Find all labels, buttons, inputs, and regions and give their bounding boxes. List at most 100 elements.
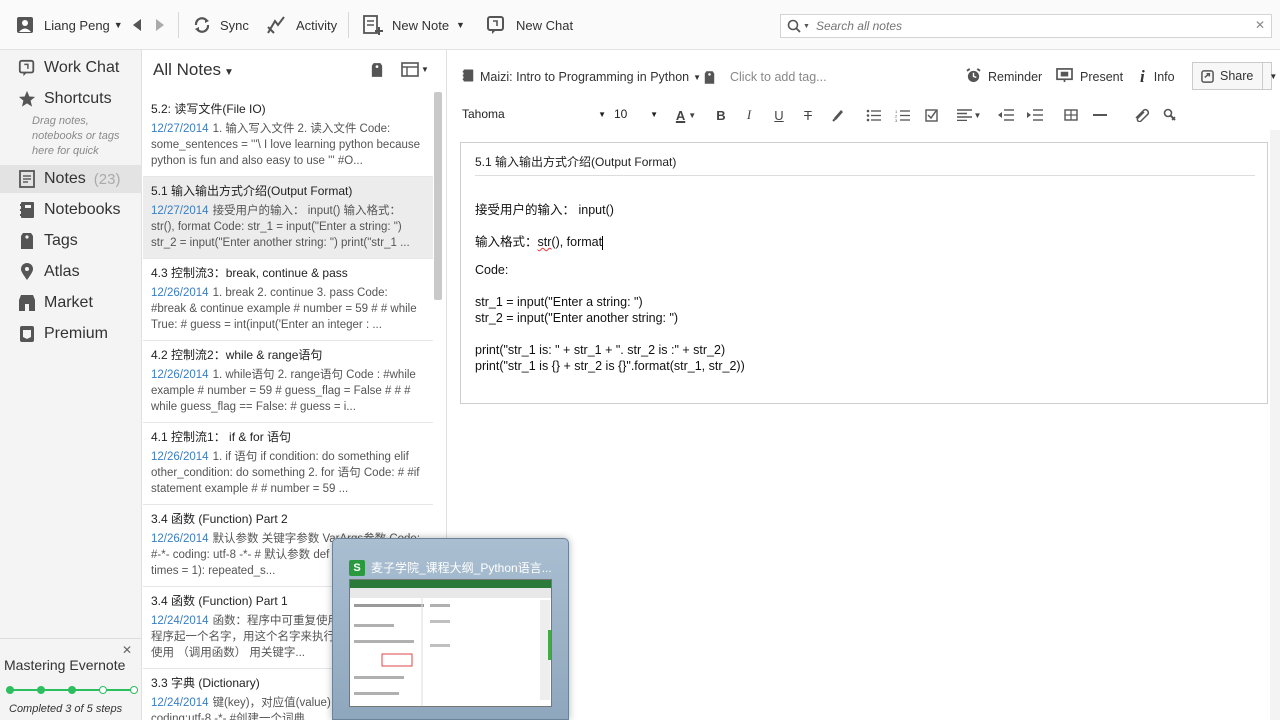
notebook-name: Maizi: Intro to Programming in Python (480, 70, 690, 84)
tag-filter-icon[interactable] (371, 62, 383, 83)
sidebar-item-notes[interactable]: Notes (23) (0, 165, 142, 193)
content-line: str_1 = input("Enter a string: ") (475, 295, 643, 309)
underline-icon[interactable]: U (770, 106, 788, 124)
sidebar-item-notebooks[interactable]: Notebooks (0, 196, 142, 224)
top-toolbar: Liang Peng ▼ Sync Activity New Note ▼ Ne… (0, 0, 1280, 50)
chat-icon (17, 58, 37, 78)
content-line: str_2 = input("Enter another string: ") (475, 311, 679, 325)
misspelled-word: str (537, 235, 552, 249)
new-chat-button[interactable]: New Chat (486, 14, 573, 36)
add-tag-field[interactable]: Click to add tag... (730, 67, 827, 87)
list-item[interactable]: 4.1 控制流1： if & for 语句 12/26/2014 1. if 语句… (143, 423, 433, 505)
notebook-selector[interactable]: Maizi: Intro to Programming in Python ▼ (462, 67, 701, 87)
chevron-down-icon: ▼ (456, 20, 465, 30)
share-icon (1201, 69, 1214, 83)
sidebar-item-label: Tags (44, 232, 78, 249)
view-options-icon[interactable]: ▼ (401, 62, 429, 77)
attachment-icon[interactable] (1132, 106, 1152, 124)
checkbox-icon[interactable] (922, 106, 940, 124)
horizontal-rule-icon[interactable] (1090, 106, 1110, 124)
info-button[interactable]: i Info (1140, 67, 1175, 87)
notes-list-title: All Notes (153, 60, 222, 79)
strikethrough-icon[interactable]: T (799, 106, 817, 124)
close-icon[interactable]: ✕ (122, 643, 132, 657)
mastery-progress-track (6, 686, 138, 694)
chevron-down-icon: ▼ (224, 67, 234, 78)
back-arrow-icon (133, 19, 141, 31)
text-color-button[interactable]: A ▼ (670, 106, 702, 124)
note-date: 12/26/2014 (151, 451, 209, 463)
indent-icon[interactable] (1025, 106, 1045, 124)
sidebar-item-market[interactable]: Market (0, 289, 142, 317)
present-button[interactable]: Present (1056, 67, 1123, 87)
activity-icon (266, 15, 286, 35)
sync-button[interactable]: Sync (192, 14, 249, 36)
content-text: 输入格式： (475, 235, 538, 249)
map-pin-icon (17, 262, 37, 282)
table-icon[interactable] (1061, 106, 1081, 124)
sidebar-item-label: Work Chat (44, 59, 120, 76)
outdent-icon[interactable] (996, 106, 1016, 124)
note-date: 12/27/2014 (151, 123, 209, 135)
all-notes-dropdown[interactable]: All Notes ▼ (153, 60, 234, 80)
activity-button[interactable]: Activity (266, 14, 337, 36)
list-item[interactable]: 5.1 输入输出方式介绍(Output Format) 12/27/2014 接受… (143, 177, 433, 259)
note-date: 12/26/2014 (151, 287, 209, 299)
note-content-box[interactable]: 5.1 输入输出方式介绍(Output Format) 接受用户的输入： inp… (460, 142, 1268, 404)
info-icon: i (1140, 67, 1145, 86)
back-button[interactable] (130, 14, 144, 36)
highlighter-icon[interactable] (829, 106, 847, 124)
svg-text:3: 3 (895, 118, 898, 122)
search-icon[interactable]: ▼ (787, 19, 810, 33)
italic-icon[interactable]: I (740, 106, 758, 124)
step-dot (99, 686, 107, 694)
chevron-down-icon: ▼ (693, 72, 702, 82)
notes-scrollbar[interactable] (434, 92, 442, 300)
new-note-dropdown[interactable]: ▼ (456, 14, 465, 36)
share-label: Share (1220, 69, 1254, 83)
list-item[interactable]: 4.3 控制流3：break, continue & pass 12/26/20… (143, 259, 433, 341)
mastering-title: Mastering Evernote (4, 657, 126, 673)
note-title: 4.1 控制流1： if & for 语句 (151, 430, 292, 444)
user-name: Liang Peng (44, 17, 110, 33)
user-avatar-icon (16, 16, 34, 34)
premium-icon (17, 324, 37, 344)
forward-button[interactable] (153, 14, 167, 36)
share-button[interactable]: Share ▼ (1192, 62, 1277, 90)
share-dropdown[interactable]: ▼ (1262, 63, 1277, 89)
sidebar-item-label: Notes (44, 170, 86, 187)
align-icon[interactable]: ▼ (954, 106, 984, 124)
reminder-button[interactable]: Reminder (966, 67, 1042, 87)
notes-count: (23) (93, 170, 121, 188)
bold-icon[interactable]: B (712, 106, 730, 124)
sidebar-item-premium[interactable]: Premium (0, 320, 142, 348)
sync-label: Sync (220, 17, 249, 33)
taskbar-window-preview[interactable]: S 麦子学院_课程大纲_Python语言... (332, 538, 569, 720)
list-item[interactable]: 4.2 控制流2：while & range语句 12/26/2014 1. wh… (143, 341, 433, 423)
list-item[interactable]: 5.2: 读写文件(File IO) 12/27/2014 1. 输入写入文件 2… (143, 95, 433, 177)
sidebar-item-tags[interactable]: Tags (0, 227, 142, 255)
new-note-button[interactable]: New Note (362, 14, 449, 36)
bulleted-list-icon[interactable] (864, 106, 882, 124)
editor-scrollbar[interactable] (1270, 130, 1280, 720)
sidebar-item-atlas[interactable]: Atlas (0, 258, 142, 286)
chevron-down-icon: ▼ (650, 109, 658, 119)
sidebar-item-shortcuts[interactable]: Shortcuts (0, 85, 142, 113)
numbered-list-icon[interactable]: 123 (893, 106, 911, 124)
add-tag-placeholder: Click to add tag... (730, 70, 827, 84)
font-size-select[interactable]: 10 ▼ (614, 104, 660, 124)
star-icon (17, 89, 37, 109)
search-input[interactable] (815, 19, 1256, 33)
note-title: 3.4 函数 (Function) Part 2 (151, 512, 288, 526)
more-tools-icon[interactable] (1160, 106, 1180, 124)
notebook-icon (17, 200, 37, 220)
evernote-window: Liang Peng ▼ Sync Activity New Note ▼ Ne… (0, 0, 1280, 720)
font-family-select[interactable]: Tahoma ▼ (462, 104, 608, 124)
clear-search-icon[interactable]: ✕ (1255, 18, 1265, 32)
new-chat-label: New Chat (516, 17, 574, 33)
preview-window-name: 麦子学院_课程大纲_Python语言... (371, 561, 552, 575)
user-menu[interactable]: Liang Peng ▼ (16, 14, 123, 36)
note-date: 12/26/2014 (151, 533, 209, 545)
sidebar-item-work-chat[interactable]: Work Chat (0, 54, 142, 82)
left-sidebar: Work Chat Shortcuts Drag notes, notebook… (0, 50, 142, 720)
